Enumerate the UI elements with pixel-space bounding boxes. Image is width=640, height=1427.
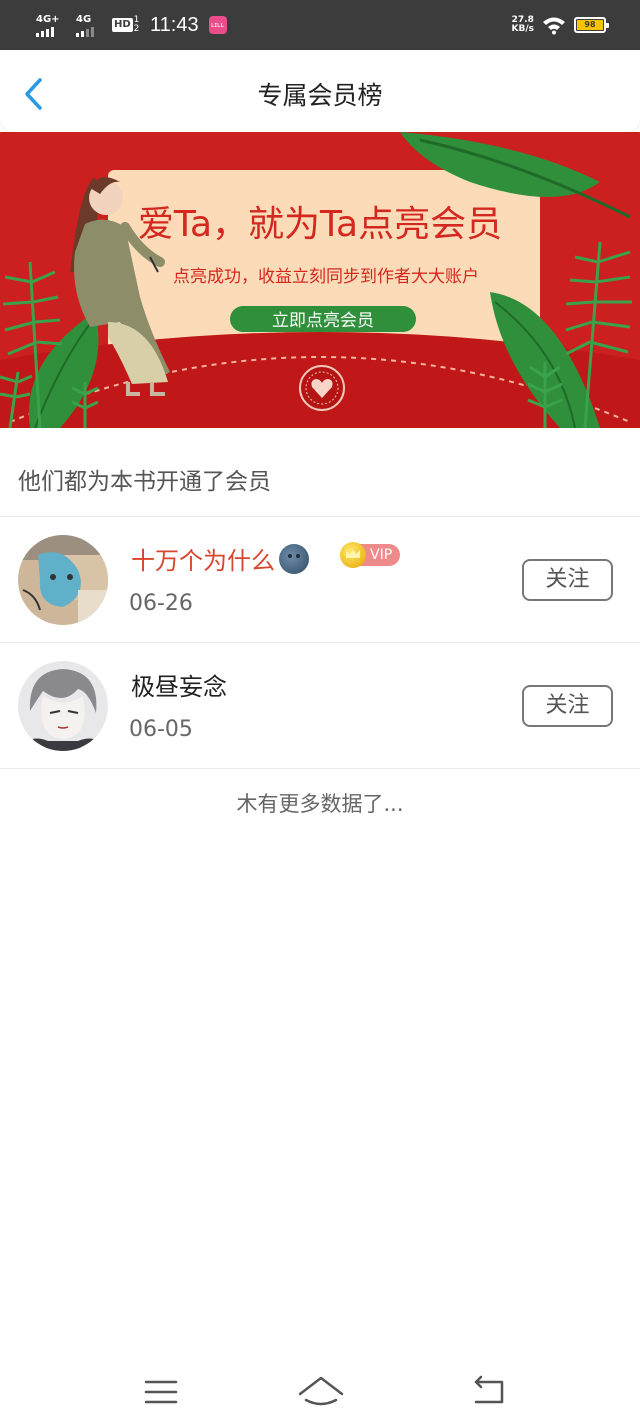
crown-icon <box>340 542 366 568</box>
member-date: 06-05 <box>129 717 193 742</box>
avatar-image-2 <box>18 661 108 751</box>
hd-label: HD <box>112 18 133 32</box>
banner-subline: 点亮成功，收益立刻同步到作者大大账户 <box>173 267 479 287</box>
banner-cta: 立即点亮会员 <box>272 311 374 331</box>
member-row[interactable]: 十万个为什么 VIP 06-26 关注 <box>0 517 640 643</box>
status-right: 27.8 KB/s 98 <box>512 12 609 38</box>
member-name: 极昼妄念 <box>131 667 227 702</box>
status-left: 4G+ 4G HD 1 2 11:43 ʟɪʟʟ <box>36 10 227 40</box>
section-title: 他们都为本书开通了会员 <box>18 469 271 495</box>
back-nav-icon[interactable] <box>464 1372 514 1412</box>
notification-app-icon: ʟɪʟʟ <box>208 16 227 34</box>
hd-sub-label: 1 2 <box>133 15 140 34</box>
menu-icon[interactable] <box>136 1372 186 1412</box>
moon-face-emoji-icon <box>279 543 309 574</box>
avatar[interactable] <box>18 535 108 625</box>
follow-button[interactable]: 关注 <box>522 559 613 601</box>
promo-banner[interactable]: 爱Ta，就为Ta点亮会员 点亮成功，收益立刻同步到作者大大账户 立即点亮会员 <box>0 132 640 428</box>
signal-icon-sim1: 4G+ <box>36 13 66 37</box>
vip-badge: VIP <box>340 542 401 568</box>
status-bar: 4G+ 4G HD 1 2 11:43 ʟɪʟʟ 27.8 KB/s 98 <box>0 0 640 50</box>
member-name-text: 极昼妄念 <box>131 673 227 701</box>
member-name-text: 十万个为什么 <box>131 547 275 575</box>
follow-button[interactable]: 关注 <box>522 685 613 727</box>
network-speed-unit: KB/s <box>511 24 534 34</box>
app-header: 专属会员榜 <box>0 50 640 132</box>
signal-label-sim1: 4G+ <box>36 14 60 25</box>
signal-icon-sim2: 4G <box>76 13 102 37</box>
hd-voice-icon: HD 1 2 <box>112 15 140 34</box>
banner-illustration: 爱Ta，就为Ta点亮会员 点亮成功，收益立刻同步到作者大大账户 立即点亮会员 <box>0 132 640 428</box>
banner-headline: 爱Ta，就为Ta点亮会员 <box>138 204 502 245</box>
avatar-image-1 <box>18 535 108 625</box>
member-name: 十万个为什么 <box>131 541 309 576</box>
network-speed: 27.8 KB/s <box>512 16 534 34</box>
system-nav-bar <box>0 1360 640 1427</box>
wifi-icon <box>543 17 565 35</box>
avatar[interactable] <box>18 661 108 751</box>
page-title: 专属会员榜 <box>257 81 383 110</box>
back-arrow-icon[interactable] <box>20 76 50 112</box>
signal-label-sim2: 4G <box>76 14 92 25</box>
battery-icon: 98 <box>574 17 609 33</box>
battery-level: 98 <box>577 20 603 30</box>
member-row[interactable]: 极昼妄念 06-05 关注 <box>0 643 640 769</box>
home-icon[interactable] <box>296 1372 346 1412</box>
divider <box>0 768 640 769</box>
no-more-data-text: 木有更多数据了... <box>236 792 404 816</box>
member-date: 06-26 <box>129 591 193 616</box>
clock: 11:43 <box>150 13 199 36</box>
